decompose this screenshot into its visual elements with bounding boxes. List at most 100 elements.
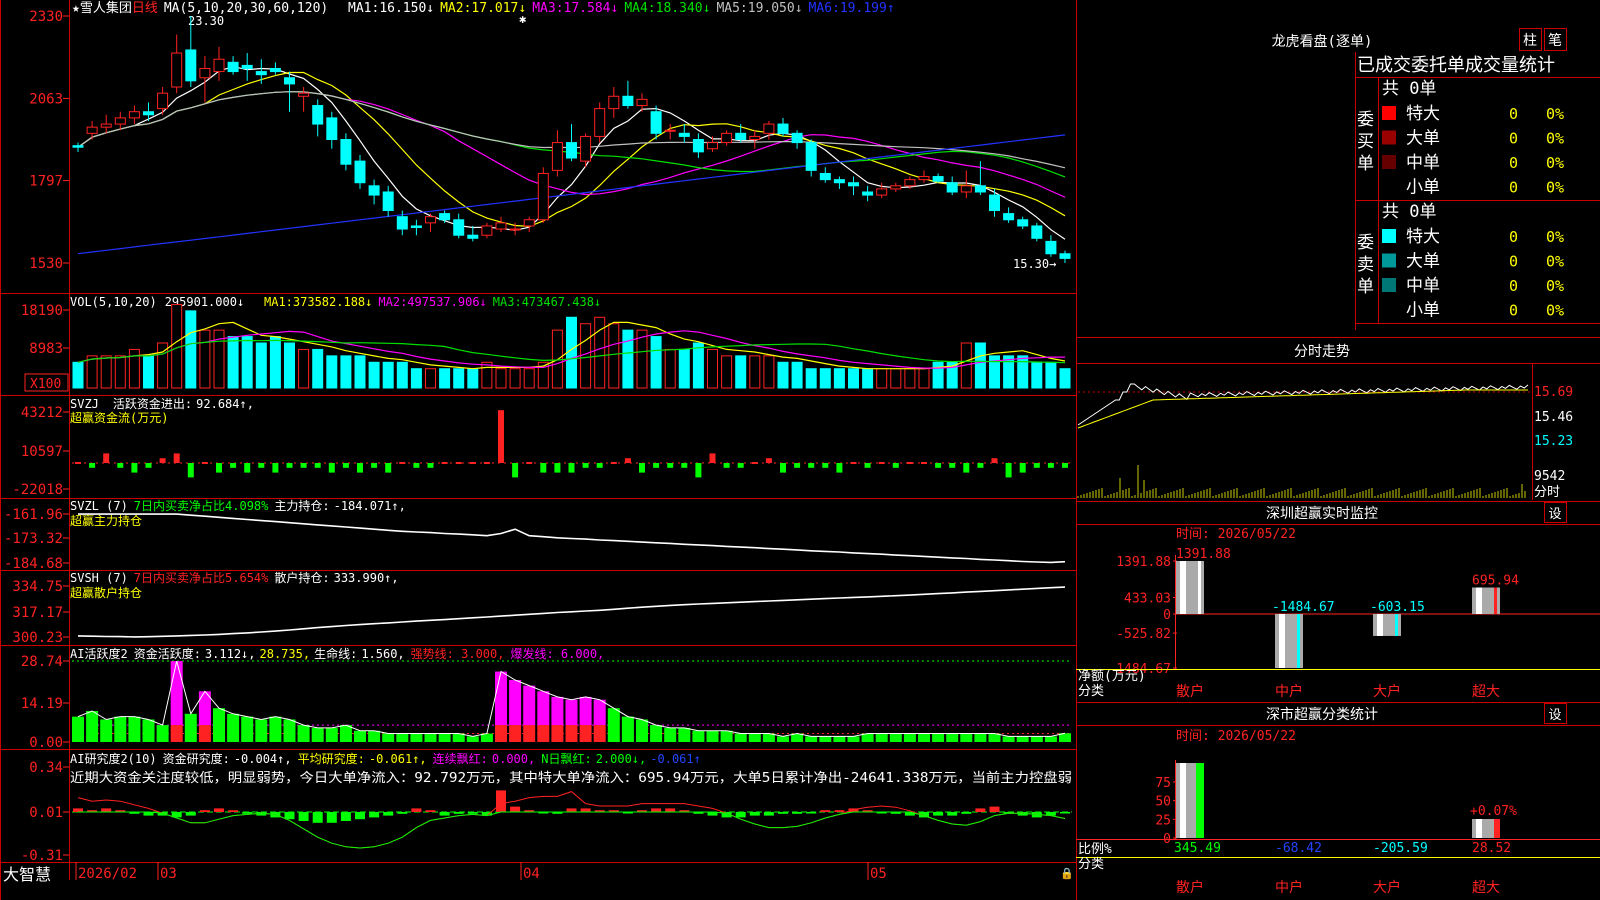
vol-legend: MA1:373582.188↓ MA2:497537.906↓ MA3:473467… (264, 295, 601, 309)
volume-bar (495, 368, 507, 389)
legend-label: MA2: (440, 1, 471, 16)
classify-value-label: 28.52 (1472, 841, 1511, 856)
y-tick-label: 1797 (29, 174, 63, 190)
candle-body (128, 111, 140, 119)
low-price-label: 15.30→ (1013, 257, 1056, 271)
research-bar (806, 812, 817, 814)
candle-body (805, 142, 817, 171)
flow-bar (751, 462, 758, 464)
activity-bar (100, 719, 113, 742)
volume-bar (974, 342, 986, 389)
retail-line (77, 586, 1066, 638)
ai1-y-axis: 28.74 14.19 0.00 (21, 654, 69, 751)
y-tick-label: -173.32 (4, 531, 63, 547)
star-icon: ★ (72, 1, 80, 16)
activity-bar (269, 716, 282, 742)
flow-bar (399, 462, 406, 464)
candle-body (650, 111, 662, 134)
y-tick-label: 1530 (29, 256, 63, 272)
activity-bar (692, 730, 705, 742)
section-label: 卖 (1357, 255, 1374, 275)
research-bar (467, 812, 478, 814)
flow-bar (949, 463, 956, 468)
activity-bar (664, 727, 677, 742)
svzl-y-axis: -161.96 -173.32 -184.68 (4, 507, 69, 572)
research-bar (214, 808, 224, 812)
activity-bar (720, 730, 733, 742)
period-label: 日线 (132, 1, 158, 16)
marker-icon: ✱ (519, 12, 526, 26)
activity-bar (339, 725, 352, 742)
candle-body (312, 105, 324, 125)
volume-bar (523, 368, 535, 389)
brand-logo[interactable]: 大智慧 (3, 865, 51, 884)
research-bar (975, 808, 986, 812)
candle-body (439, 213, 451, 221)
research-bar (453, 812, 464, 814)
research-bar (369, 812, 380, 818)
flow-bar (159, 458, 166, 463)
research-bar (383, 812, 394, 816)
monitor-bar-highlight (1279, 614, 1285, 668)
candle-body (608, 95, 620, 110)
volume-bar (622, 329, 634, 389)
monitor-time: 时间: 2026/05/22 (1176, 527, 1296, 542)
research-line (78, 811, 1066, 849)
size-pct: 0% (1546, 228, 1564, 246)
flow-bar (526, 462, 533, 464)
flow-bar (963, 463, 970, 473)
volume-bar (1059, 368, 1071, 389)
activity-bar (255, 719, 268, 742)
activity-bar (227, 713, 240, 742)
monitor-category: 中户 (1275, 683, 1303, 700)
flow-bar (624, 458, 631, 463)
monitor-title: 深圳超赢实时监控 (1266, 505, 1378, 522)
y-tick-label: 317.17 (12, 605, 63, 621)
candle-body (495, 222, 507, 230)
candle-body (185, 49, 197, 82)
volume-bar (284, 342, 295, 389)
candle-body (721, 132, 733, 144)
research-bar (961, 812, 972, 814)
volume-bar (86, 355, 98, 389)
candle-body (763, 123, 775, 134)
activity-bar (1016, 736, 1029, 742)
y-tick-label: -0.31 (21, 848, 63, 864)
candle-body (326, 117, 338, 140)
volume-bar (650, 336, 662, 389)
activity-bar (875, 733, 888, 742)
candle-body (523, 219, 535, 227)
lock-icon[interactable]: 🔒 (1060, 867, 1074, 880)
intraday-avg-line (1077, 389, 1528, 429)
candle-body (1003, 213, 1015, 221)
ai2-header: AI研究度2(10) 资金研究度: -0.004↑, 平均研究度: -0.061↑, 连续… (70, 751, 701, 766)
activity-bar (621, 716, 634, 742)
candle-body (467, 234, 479, 239)
candle-body (749, 135, 761, 141)
intraday-title: 分时走势 (1294, 344, 1350, 360)
activity-bar (636, 719, 648, 742)
flow-bar (244, 463, 251, 473)
size-pct: 0% (1546, 179, 1564, 197)
research-bar (185, 812, 196, 816)
y-tick-label: -22018 (12, 482, 63, 498)
research-bar (792, 812, 803, 814)
activity-bar (156, 725, 169, 742)
ma-legend: MA1:16.150↓ MA2:17.017↓ MA3:17.584↓ MA4:18.… (348, 1, 895, 16)
monitor-y-tick: 0 (1163, 608, 1171, 623)
candle-body (580, 135, 592, 162)
y-tick-label: 300.23 (12, 630, 63, 646)
monitor-bar-edge (1395, 614, 1398, 636)
classify-bar-highlight (1180, 763, 1186, 838)
flow-bar (667, 463, 674, 468)
candle-body (819, 172, 831, 181)
activity-bar (579, 725, 592, 742)
volume-bar (678, 348, 690, 389)
classify-category: 中户 (1275, 879, 1303, 896)
flow-bar (653, 463, 660, 468)
size-count: 0 (1509, 228, 1518, 246)
monitor-category: 超大 (1472, 684, 1500, 700)
flow-bar (272, 463, 279, 473)
activity-bar (410, 733, 423, 742)
legend-label: MA6: (809, 1, 840, 16)
